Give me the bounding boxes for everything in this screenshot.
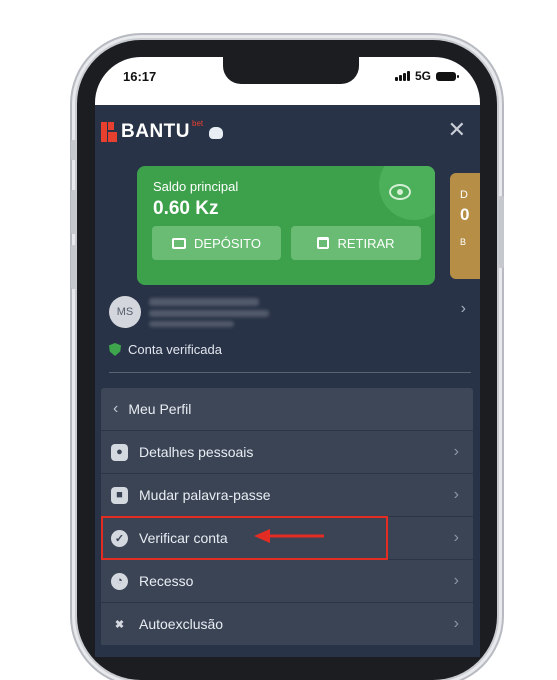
chevron-right-icon: › [453, 615, 459, 632]
menu-item-label: Recesso [139, 573, 194, 589]
user-summary[interactable]: MS › Conta verificada [95, 293, 480, 373]
menu-item-self-exclusion[interactable]: ✖ Autoexclusão › [101, 602, 473, 645]
app-header: BANTU bet ✕ [95, 105, 480, 160]
bonus-card[interactable]: D 0 B [450, 173, 480, 279]
bonus-card-letter-top: D [460, 189, 468, 201]
bonus-card-letter-bottom: B [460, 237, 467, 247]
chevron-left-icon: ‹ [113, 400, 119, 417]
menu-item-personal-details[interactable]: ● Detalhes pessoais › [101, 430, 473, 473]
menu-item-label: Mudar palavra-passe [139, 487, 271, 503]
menu-title: Meu Perfil [128, 401, 192, 417]
logo[interactable]: BANTU bet [101, 118, 224, 143]
bonus-card-letter-mid: 0 [460, 205, 470, 224]
timer-icon: ◔ [111, 572, 128, 590]
notch [223, 57, 359, 84]
user-block-icon: ✖ [114, 618, 125, 631]
user-name-redacted [149, 298, 259, 306]
menu-back-header[interactable]: ‹ Meu Perfil [101, 388, 473, 430]
highlight-box [101, 516, 388, 560]
user-icon: ● [111, 443, 128, 461]
chevron-right-icon: › [453, 486, 459, 503]
battery-icon [436, 71, 459, 81]
shield-check-icon [109, 343, 121, 356]
user-email-redacted [149, 321, 234, 327]
balance-card: Saldo principal 0.60 Kz DEPÓSITO RETIRAR [137, 166, 435, 285]
phone-power-button [499, 196, 504, 268]
withdraw-label: RETIRAR [337, 235, 395, 251]
menu-item-recess[interactable]: ◔ Recesso › [101, 559, 473, 602]
chevron-right-icon: › [453, 572, 459, 589]
status-time: 16:17 [123, 69, 157, 84]
balance-label: Saldo principal [153, 179, 239, 194]
menu-item-label: Autoexclusão [139, 616, 224, 632]
balance-value: 0.60 Kz [153, 198, 219, 219]
menu-item-change-password[interactable]: ■ Mudar palavra-passe › [101, 473, 473, 516]
withdraw-button[interactable]: RETIRAR [291, 226, 421, 260]
skull-icon [209, 127, 224, 139]
user-id-redacted [149, 310, 269, 317]
verified-status: Conta verificada [109, 342, 222, 357]
phone-side-button [71, 140, 76, 160]
deposit-label: DEPÓSITO [194, 235, 261, 251]
divider [109, 372, 471, 373]
menu-item-label: Detalhes pessoais [139, 444, 254, 460]
phone-volume-up [71, 190, 76, 234]
phone-volume-down [71, 245, 76, 289]
eye-icon[interactable] [389, 184, 411, 200]
status-indicators: 5G [394, 69, 459, 83]
withdraw-icon [317, 237, 330, 249]
network-type: 5G [414, 69, 431, 83]
signal-icon [394, 71, 410, 81]
arrow-annotation [254, 529, 324, 543]
deposit-button[interactable]: DEPÓSITO [152, 226, 281, 260]
chevron-right-icon: › [460, 300, 466, 317]
chevron-right-icon: › [453, 443, 459, 460]
logo-mark-icon [101, 122, 117, 142]
close-icon[interactable]: ✕ [448, 119, 466, 141]
logo-suffix: bet [192, 118, 204, 128]
logo-text: BANTU [121, 121, 190, 142]
app-screen: 16:17 5G BANTU bet ✕ Saldo principal 0.6… [95, 57, 480, 657]
chevron-right-icon: › [453, 529, 459, 546]
verified-text: Conta verificada [128, 342, 222, 357]
avatar: MS [109, 296, 141, 328]
lock-icon: ■ [111, 486, 128, 504]
wallet-icon [172, 237, 187, 249]
status-bar: 16:17 5G [95, 57, 480, 105]
